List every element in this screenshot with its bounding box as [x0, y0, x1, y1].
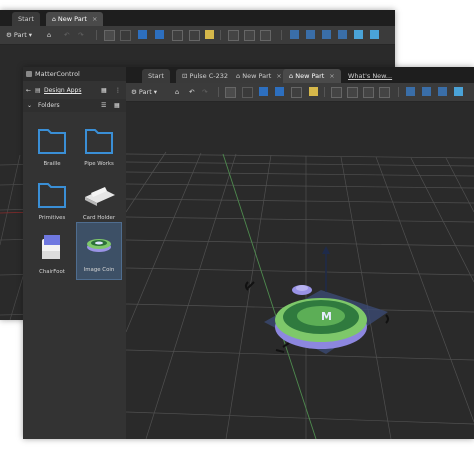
network-icon[interactable] — [422, 87, 431, 96]
breadcrumb: ← ▤ Design Apps ▦ ⋮ — [23, 84, 126, 97]
redo-icon[interactable]: ↷ — [202, 86, 207, 98]
house-icon: ⌂ — [52, 16, 56, 23]
front-window: MatterControl ← ▤ Design Apps ▦ ⋮ ⌄ Fold… — [23, 67, 474, 439]
chairfoot-thumbnail-icon — [42, 235, 60, 259]
back-tab-new-part[interactable]: ⌂ New Part × — [46, 12, 104, 26]
combine-icon[interactable] — [322, 30, 331, 39]
scale-icon[interactable] — [347, 87, 358, 98]
back-tab-bar: Start ⌂ New Part × — [0, 10, 395, 26]
folder-icon — [85, 129, 113, 154]
color-swatch-icon[interactable] — [309, 87, 318, 96]
grid-icon[interactable] — [225, 87, 236, 98]
whats-new-link[interactable]: What's New... — [342, 69, 398, 83]
measure-icon[interactable] — [363, 87, 374, 98]
tab-new-part-1[interactable]: ⌂ New Part × — [230, 69, 288, 83]
more-menu-icon[interactable]: ⋮ — [115, 84, 121, 97]
part-menu[interactable]: ⚙ Part ▾ — [131, 86, 157, 98]
card-holder-thumbnail-icon — [85, 187, 115, 206]
close-icon[interactable]: × — [329, 72, 334, 80]
undo-icon[interactable]: ↶ — [64, 29, 69, 41]
library-sidebar: MatterControl ← ▤ Design Apps ▦ ⋮ ⌄ Fold… — [23, 67, 127, 439]
tab-new-part-2[interactable]: ⌂ New Part × — [283, 69, 341, 83]
close-icon[interactable]: × — [276, 72, 281, 80]
back-toolbar: ⚙ Part ▾ ⌂ ↶ ↷ — [0, 26, 395, 45]
front-3d-viewport[interactable]: M — [126, 102, 474, 439]
paste-icon[interactable] — [155, 30, 164, 39]
folder-icon — [38, 183, 66, 208]
printer-icon: ⊡ — [182, 72, 188, 80]
house-icon: ⌂ — [236, 72, 241, 80]
folder-pipe-works[interactable]: Pipe Works — [77, 121, 121, 173]
folder-primitives[interactable]: Primitives — [30, 175, 74, 227]
toolbar-separator — [218, 87, 219, 97]
pen-icon[interactable] — [290, 30, 299, 39]
breadcrumb-design-apps[interactable]: Design Apps — [44, 84, 81, 97]
toolbar-separator — [220, 30, 221, 40]
rotate-icon[interactable] — [379, 87, 390, 98]
intersect-icon[interactable] — [354, 30, 363, 39]
toolbar-separator — [324, 87, 325, 97]
sidebar-title-bar: MatterControl — [23, 67, 126, 81]
gear-icon: ⚙ — [6, 31, 12, 39]
color-swatch-icon[interactable] — [205, 30, 214, 39]
item-card-holder[interactable]: Card Holder — [77, 175, 121, 227]
copy-icon[interactable] — [138, 30, 147, 39]
select-icon[interactable] — [120, 30, 131, 41]
folder-icon — [38, 129, 66, 154]
grid-view-icon[interactable]: ▦ — [114, 99, 120, 112]
select-icon[interactable] — [242, 87, 253, 98]
back-arrow-icon[interactable]: ← — [26, 84, 31, 97]
toolbar-separator — [398, 87, 399, 97]
mirror-icon[interactable] — [331, 87, 342, 98]
copy-icon[interactable] — [259, 87, 268, 96]
redo-icon[interactable]: ↷ — [78, 29, 83, 41]
image-coin-thumbnail-icon — [87, 239, 111, 252]
align-icon[interactable] — [189, 30, 200, 41]
coin-letter: M — [321, 310, 332, 323]
gear-icon: ⚙ — [131, 88, 137, 96]
folder-icon: ▤ — [35, 87, 41, 94]
pen-icon[interactable] — [406, 87, 415, 96]
subtract-icon[interactable] — [454, 87, 463, 96]
part-menu[interactable]: ⚙ Part ▾ — [6, 29, 32, 41]
combine-icon[interactable] — [438, 87, 447, 96]
group-icon[interactable] — [172, 30, 183, 41]
view-toggle-icon[interactable]: ▦ — [101, 84, 107, 97]
folder-braille[interactable]: Braille — [30, 121, 74, 173]
grid-icon[interactable] — [104, 30, 115, 41]
back-tab-start[interactable]: Start — [12, 12, 40, 26]
folders-section-header[interactable]: ⌄ Folders ☰ ▦ — [23, 99, 126, 112]
house-icon: ⌂ — [289, 72, 294, 80]
paste-icon[interactable] — [275, 87, 284, 96]
image-coin-model[interactable]: M — [126, 102, 474, 439]
app-logo-icon — [26, 71, 32, 77]
tab-start[interactable]: Start — [142, 69, 170, 83]
item-chairfoot[interactable]: ChairFoot — [30, 229, 74, 281]
chevron-down-icon: ⌄ — [27, 102, 33, 109]
subtract-icon[interactable] — [338, 30, 347, 39]
close-icon[interactable]: × — [92, 15, 97, 23]
measure-icon[interactable] — [260, 30, 271, 41]
item-image-coin[interactable]: Image Coin — [76, 222, 122, 280]
toolbar-separator — [96, 30, 97, 40]
home-icon[interactable]: ⌂ — [175, 86, 179, 98]
front-toolbar: ⚙ Part ▾ ⌂ ↶ ↷ — [126, 83, 474, 102]
mirror-icon[interactable] — [228, 30, 239, 41]
network-icon[interactable] — [306, 30, 315, 39]
front-tab-bar: Start ⊡ Pulse C-232× ⌂ New Part× ⌂ New P… — [126, 67, 474, 83]
toolbar-separator — [281, 30, 282, 40]
scale-icon[interactable] — [244, 30, 255, 41]
group-icon[interactable] — [291, 87, 302, 98]
undo-icon[interactable]: ↶ — [189, 86, 194, 98]
home-icon[interactable]: ⌂ — [47, 29, 51, 41]
list-view-icon[interactable]: ☰ — [101, 99, 106, 112]
array-icon[interactable] — [370, 30, 379, 39]
